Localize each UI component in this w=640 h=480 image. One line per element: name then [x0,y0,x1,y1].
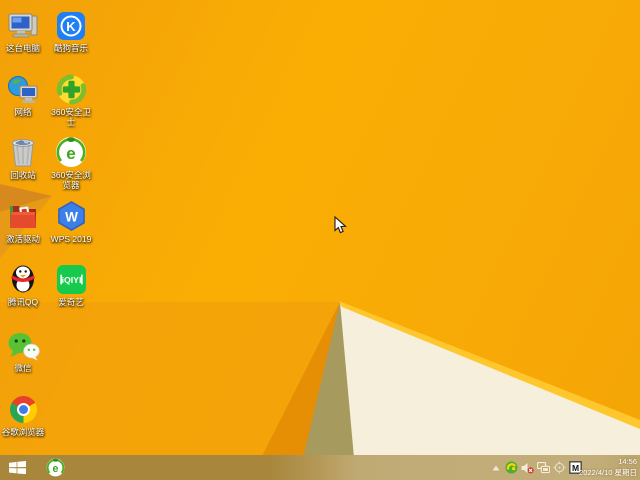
desktop-icon-activate-driver[interactable]: 激活驱动 [0,197,46,244]
crosshair-utility-button[interactable] [553,461,566,475]
show-hidden-icons-button[interactable] [489,461,502,475]
360-safe-browser-taskbar-icon: e [46,458,64,477]
system-tray: M [489,455,582,480]
chevron-up-icon [492,465,499,470]
svg-text:M: M [572,463,579,473]
desktop-icon-label: 腾讯QQ [7,297,39,307]
desktop-icon-label: WPS 2019 [50,234,92,244]
desktop-icon-label: 激活驱动 [5,234,40,244]
taskbar: e M 14:56 2022/4/10 星期日 [0,455,640,480]
desktop-icon-label: 谷歌浏览器 [1,427,45,437]
desktop-icon-wps-2019[interactable]: W WPS 2019 [48,197,94,244]
network-icon [8,76,38,103]
desktop-icon-label: 爱奇艺 [58,297,84,307]
svg-text:W: W [65,209,78,224]
network-status-button[interactable] [537,461,550,475]
wps-2019-icon: W [57,201,85,231]
desktop-icon-network[interactable]: 网络 [0,70,46,117]
clock-date: 2022/4/10 星期日 [579,468,637,477]
svg-text:K: K [66,19,76,34]
taskbar-360-safe-browser-button[interactable]: e [42,455,68,480]
desktop-icon-wechat[interactable]: 微信 [0,326,46,373]
iqiyi-icon: iQIYI [56,264,86,295]
desktop-icon-label: 回收站 [10,170,36,180]
recycle-bin-icon [12,139,34,167]
this-pc-icon [8,13,38,38]
volume-muted-icon [521,462,534,473]
start-button[interactable] [0,455,34,480]
clock-time: 14:56 [618,457,637,466]
desktop-icon-label: 这台电脑 [5,43,40,53]
svg-text:e: e [66,144,75,163]
desktop-icon-recycle-bin[interactable]: 回收站 [0,133,46,180]
desktop-icon-this-pc[interactable]: 这台电脑 [0,6,46,53]
desktop-icon-google-chrome[interactable]: 谷歌浏览器 [0,390,46,437]
desktop-icon-label: 微信 [14,363,32,373]
activate-driver-folder-icon [10,206,36,228]
desktop-icon-360-safe-browser[interactable]: e 360安全浏览器 [48,133,94,190]
windows-logo-icon [8,461,26,474]
volume-muted-button[interactable] [521,461,534,475]
desktop-icon-kugou-music[interactable]: K 酷狗音乐 [48,6,94,53]
kugou-music-icon: K [57,12,85,40]
network-status-icon [537,461,550,473]
svg-text:e: e [52,463,58,475]
360-safe-browser-icon: e [56,137,86,167]
desktop-icon-label: 酷狗音乐 [53,43,88,53]
desktop-icon-tencent-qq[interactable]: 腾讯QQ [0,260,46,307]
desktop-icon-label: 360安全卫士 [51,107,91,127]
desktop-icon-iqiyi[interactable]: iQIYI 爱奇艺 [48,260,94,307]
desktop-icon-label: 360安全浏览器 [51,170,91,190]
tencent-qq-icon [11,265,35,295]
taskbar-clock[interactable]: 14:56 2022/4/10 星期日 [579,456,637,478]
desktop: 这台电脑 网络 回收站 激活驱动 腾讯QQ 微信 谷歌浏览器 K 酷狗音乐 36… [0,0,640,480]
svg-text:iQIYI: iQIYI [61,275,81,285]
360-security-icon [505,461,518,474]
tray-360-security-icon[interactable] [505,461,518,475]
google-chrome-icon [9,396,37,423]
desktop-icon-360-safety-guard[interactable]: 360安全卫士 [48,70,94,127]
crosshair-icon [553,461,566,474]
wechat-icon [8,333,40,361]
desktop-icon-label: 网络 [14,107,32,117]
360-safety-guard-icon [56,74,86,105]
mouse-cursor [334,215,347,239]
